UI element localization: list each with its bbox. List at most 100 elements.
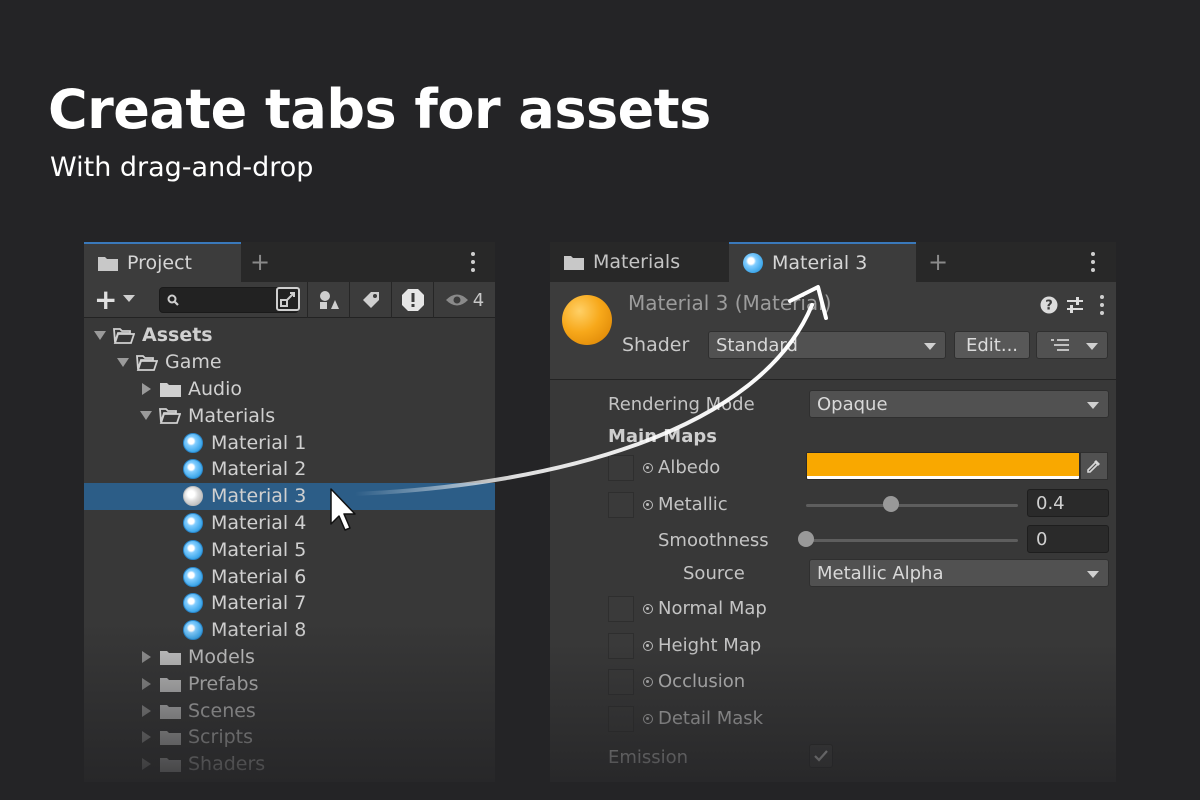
tree-item[interactable]: Prefabs <box>84 670 495 697</box>
hidden-count: 4 <box>472 289 485 311</box>
object-picker-icon[interactable] <box>643 500 653 510</box>
tab-materials[interactable]: Materials <box>550 242 728 282</box>
tab-project[interactable]: Project <box>84 242 241 282</box>
edit-shader-button[interactable]: Edit... <box>954 331 1030 359</box>
more-options-icon[interactable] <box>470 252 476 272</box>
tree-item[interactable]: Game <box>84 349 495 376</box>
filter-by-label-button[interactable] <box>349 282 391 318</box>
metallic-slider-handle[interactable] <box>882 496 899 512</box>
tree-item[interactable]: Models <box>84 644 495 671</box>
shader-options-dropdown[interactable] <box>1036 331 1108 359</box>
rendering-mode-label: Rendering Mode <box>608 394 755 415</box>
tree-item[interactable]: Material 5 <box>84 536 495 563</box>
tree-item[interactable]: Material 6 <box>84 563 495 590</box>
normal-map-texture-slot[interactable] <box>608 596 634 622</box>
search-by-type-icon[interactable] <box>276 287 300 311</box>
tree-item[interactable]: Material 4 <box>84 510 495 537</box>
tree-item[interactable]: Material 7 <box>84 590 495 617</box>
add-tab-icon[interactable]: + <box>250 248 270 276</box>
smoothness-slider[interactable] <box>806 539 1018 542</box>
folder-open-icon <box>112 327 136 344</box>
detail-mask-texture-slot[interactable] <box>608 706 634 732</box>
folder-icon <box>158 649 182 665</box>
tree-item-label: Prefabs <box>188 672 259 695</box>
create-icon[interactable]: + <box>94 283 117 316</box>
hero-subtitle: With drag-and-drop <box>50 152 314 183</box>
height-map-texture-slot[interactable] <box>608 633 634 659</box>
shader-label: Shader <box>622 334 690 356</box>
collapsed-arrow-icon[interactable] <box>138 731 154 744</box>
filter-by-type-button[interactable] <box>307 282 349 318</box>
folder-icon <box>158 676 182 692</box>
smoothness-slider-handle[interactable] <box>798 531 814 547</box>
tree-item[interactable]: Material 2 <box>84 456 495 483</box>
tree-item-label: Scripts <box>188 726 254 749</box>
add-tab-icon[interactable]: + <box>928 248 948 276</box>
material-icon <box>181 432 205 453</box>
material-icon <box>181 593 205 614</box>
occlusion-texture-slot[interactable] <box>608 669 634 695</box>
expanded-arrow-icon[interactable] <box>92 330 108 340</box>
folder-icon <box>158 381 182 397</box>
albedo-texture-slot[interactable] <box>608 455 634 481</box>
errors-filter-button[interactable] <box>391 282 433 318</box>
folder-icon <box>98 257 118 271</box>
smoothness-label: Smoothness <box>658 530 769 551</box>
smoothness-value-field[interactable]: 0 <box>1027 525 1109 553</box>
tab-material-3[interactable]: Material 3 <box>729 242 916 282</box>
tab-project-label: Project <box>127 252 193 274</box>
tag-icon <box>362 292 379 308</box>
folder-icon <box>564 256 584 270</box>
more-options-icon[interactable] <box>1090 252 1096 272</box>
presets-icon[interactable] <box>1066 296 1084 314</box>
tree-item[interactable]: Materials <box>84 402 495 429</box>
eyedropper-button[interactable] <box>1080 452 1108 480</box>
object-picker-icon[interactable] <box>643 677 653 687</box>
collapsed-arrow-icon[interactable] <box>138 382 154 395</box>
object-picker-icon[interactable] <box>643 604 653 614</box>
tree-item[interactable]: Audio <box>84 376 495 403</box>
tree-item[interactable]: Material 3 <box>84 482 495 510</box>
tree-item-label: Material 5 <box>211 538 307 561</box>
tree-item[interactable]: Assets <box>84 322 495 349</box>
material-icon <box>181 620 205 641</box>
tree-item[interactable]: Shaders <box>84 751 495 778</box>
metallic-label: Metallic <box>658 494 728 515</box>
tree-item-label: Shaders <box>188 753 266 776</box>
material-icon <box>181 486 205 507</box>
rendering-mode-value: Opaque <box>817 393 888 415</box>
collapsed-arrow-icon[interactable] <box>138 704 154 717</box>
source-dropdown[interactable]: Metallic Alpha <box>809 559 1109 587</box>
expanded-arrow-icon[interactable] <box>115 357 131 367</box>
help-icon[interactable]: ? <box>1040 296 1058 314</box>
tree-item-label: Scenes <box>188 699 256 722</box>
tree-item[interactable]: Material 1 <box>84 429 495 456</box>
tree-item[interactable]: Scenes <box>84 697 495 724</box>
hidden-packages-button[interactable]: 4 <box>433 282 495 318</box>
height-map-label: Height Map <box>658 635 762 656</box>
albedo-color-field[interactable] <box>806 452 1080 480</box>
chevron-down-icon <box>924 343 936 350</box>
object-picker-icon[interactable] <box>643 641 653 651</box>
folder-icon <box>158 703 182 719</box>
shader-dropdown[interactable]: Standard <box>708 331 946 359</box>
metallic-slider[interactable] <box>806 504 1018 507</box>
chevron-down-icon[interactable] <box>123 295 135 302</box>
tree-item[interactable]: Material 8 <box>84 617 495 644</box>
detail-mask-label: Detail Mask <box>658 708 764 729</box>
material-icon <box>743 253 763 273</box>
metallic-texture-slot[interactable] <box>608 492 634 518</box>
emission-checkbox[interactable] <box>809 744 833 768</box>
tree-item-label: Material 1 <box>211 431 307 454</box>
collapsed-arrow-icon[interactable] <box>138 758 154 771</box>
expanded-arrow-icon[interactable] <box>138 411 154 421</box>
tree-item[interactable]: Scripts <box>84 724 495 751</box>
rendering-mode-dropdown[interactable]: Opaque <box>809 390 1109 418</box>
collapsed-arrow-icon[interactable] <box>138 650 154 663</box>
collapsed-arrow-icon[interactable] <box>138 677 154 690</box>
object-picker-icon[interactable] <box>643 463 653 473</box>
object-picker-icon[interactable] <box>643 714 653 724</box>
component-menu-icon[interactable] <box>1099 295 1105 315</box>
metallic-value-field[interactable]: 0.4 <box>1027 489 1109 517</box>
material-preview-sphere <box>562 295 612 345</box>
